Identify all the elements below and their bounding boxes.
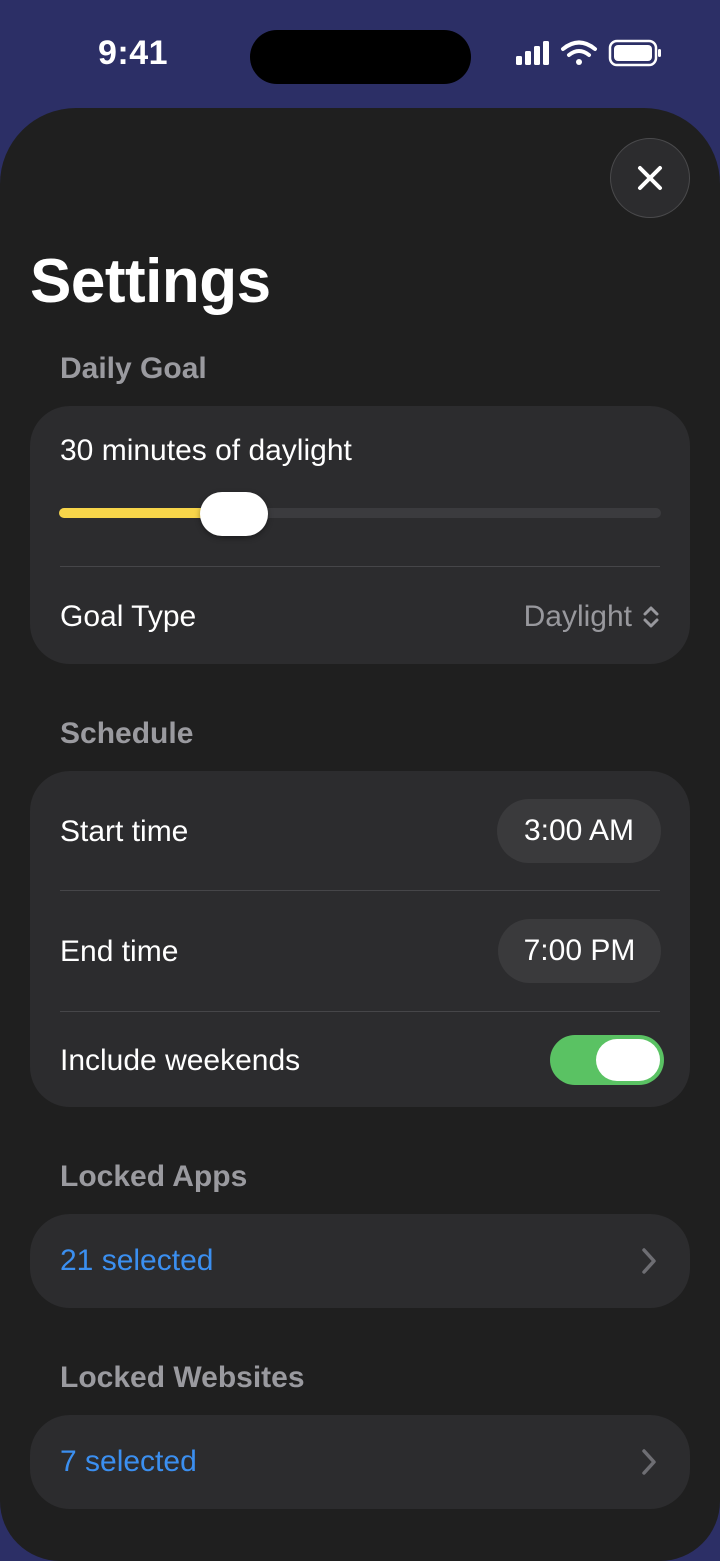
status-icons <box>514 38 664 68</box>
daily-goal-card: 30 minutes of daylight Goal Type Dayligh… <box>30 406 690 664</box>
divider <box>60 890 660 891</box>
chevron-right-icon <box>642 1449 656 1475</box>
include-weekends-label: Include weekends <box>60 1044 301 1077</box>
goal-slider-track[interactable] <box>59 508 661 518</box>
chevron-up-down-icon <box>643 606 659 628</box>
status-time: 9:41 <box>98 34 169 72</box>
section-header-daily-goal: Daily Goal <box>60 352 207 385</box>
settings-sheet: Settings Daily Goal 30 minutes of daylig… <box>0 108 720 1561</box>
goal-slider-thumb[interactable] <box>199 492 268 536</box>
divider <box>60 566 660 567</box>
start-time-label: Start time <box>60 815 189 848</box>
page-title: Settings <box>30 247 271 316</box>
close-icon <box>638 166 662 190</box>
wifi-icon <box>561 40 597 65</box>
locked-websites-row[interactable]: 7 selected <box>30 1415 690 1509</box>
signal-icon <box>516 41 549 65</box>
divider <box>60 1011 660 1012</box>
section-header-locked-apps: Locked Apps <box>60 1160 248 1193</box>
dynamic-island <box>250 30 471 84</box>
chevron-right-icon <box>642 1248 656 1274</box>
end-time-label: End time <box>60 935 179 968</box>
goal-type-label: Goal Type <box>60 600 197 633</box>
status-bar: 9:41 <box>0 0 720 108</box>
battery-icon <box>608 39 661 67</box>
locked-apps-value: 21 selected <box>60 1244 214 1277</box>
locked-apps-row[interactable]: 21 selected <box>30 1214 690 1308</box>
locked-websites-value: 7 selected <box>60 1445 197 1478</box>
goal-type-value: Daylight <box>523 600 632 633</box>
end-time-picker[interactable]: 7:00 PM <box>498 919 661 983</box>
goal-type-picker[interactable]: Daylight <box>524 600 660 634</box>
include-weekends-toggle[interactable] <box>550 1035 664 1085</box>
close-button[interactable] <box>610 138 690 218</box>
goal-text: 30 minutes of daylight <box>60 434 352 467</box>
toggle-knob <box>596 1039 660 1081</box>
schedule-card: Start time 3:00 AM End time 7:00 PM Incl… <box>30 771 690 1107</box>
section-header-locked-websites: Locked Websites <box>60 1361 305 1394</box>
start-time-picker[interactable]: 3:00 AM <box>497 799 661 863</box>
section-header-schedule: Schedule <box>60 717 194 750</box>
